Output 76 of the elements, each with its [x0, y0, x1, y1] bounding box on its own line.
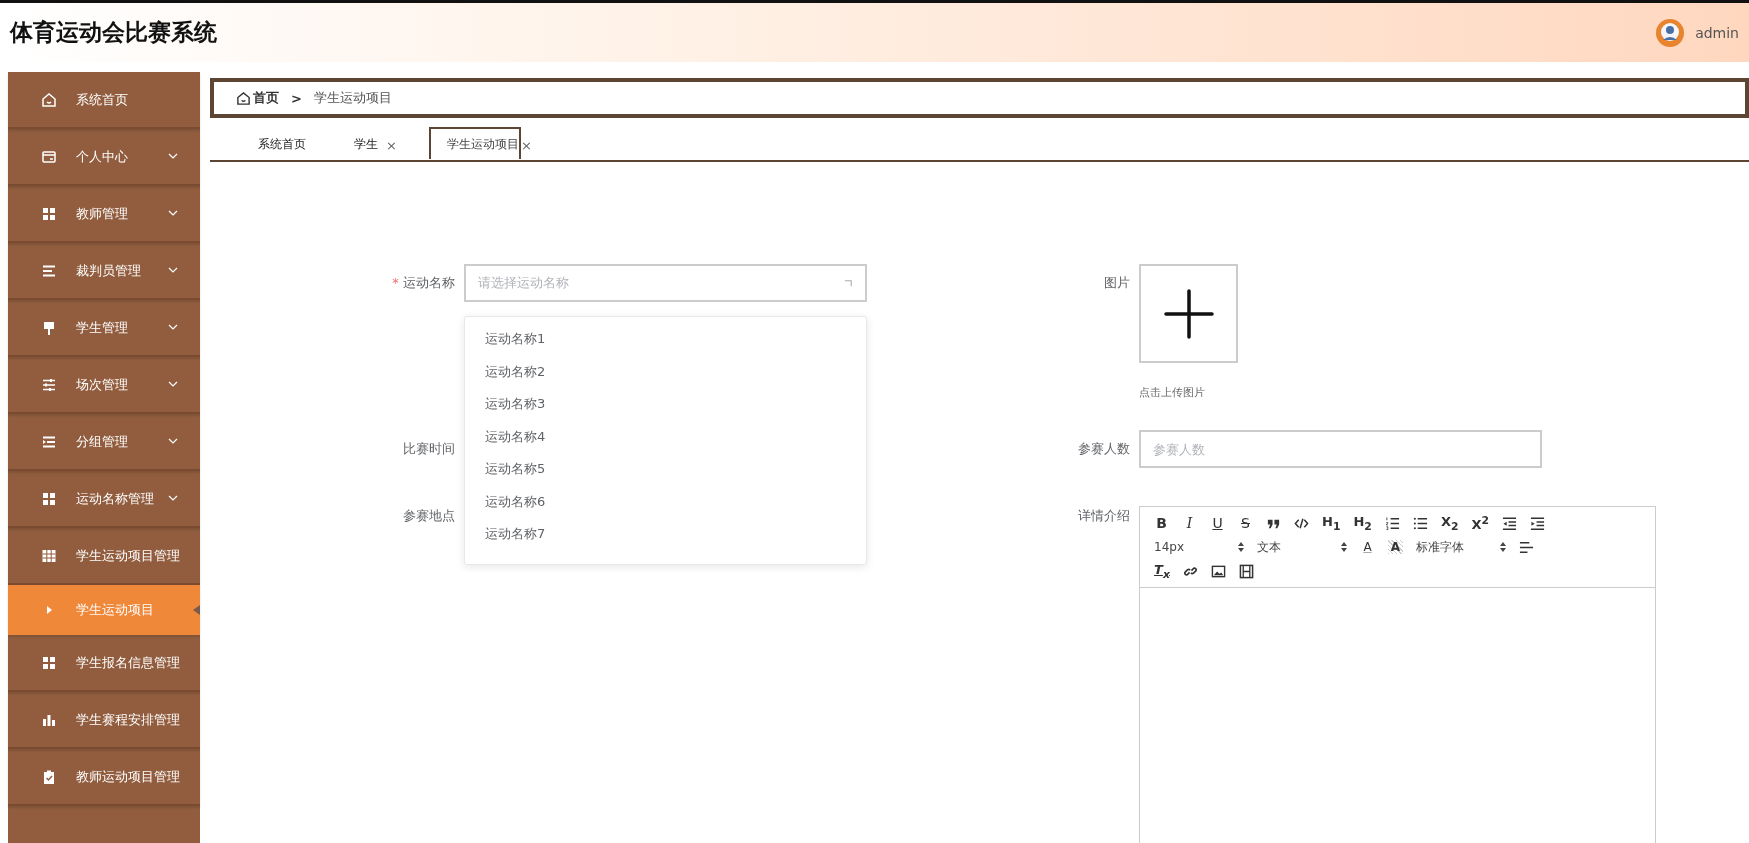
home-icon: [41, 91, 57, 108]
tab[interactable]: 学生运动项目: [428, 127, 521, 159]
dropdown-option[interactable]: 运动名称3: [465, 388, 866, 421]
text-editor[interactable]: B I U S H$_{1}$ H$_{2}$ X$_{2}$ X$^{2}$ 14px 文本 A A 标准字体 T$_{x}$: [1139, 506, 1656, 843]
home-icon[interactable]: [236, 90, 251, 106]
close-button[interactable]: ×: [520, 137, 532, 153]
sort-icon: [1238, 542, 1244, 552]
sidebar-item[interactable]: 教师运动项目管理: [8, 749, 200, 806]
breadcrumb-link[interactable]: 首页: [253, 89, 279, 107]
app-title: 体育运动会比赛系统: [10, 18, 217, 47]
field-label: 图片: [1103, 274, 1130, 292]
field-label: * 运动名称: [391, 274, 455, 292]
field-label: 比赛时间: [402, 440, 455, 458]
field-label: 参赛人数: [1077, 440, 1130, 458]
sidebar-item[interactable]: 教师管理: [8, 186, 200, 243]
sidebar-item[interactable]: 系统首页: [8, 72, 200, 129]
dropdown-option[interactable]: 运动名称5: [465, 453, 866, 486]
active-indicator-icon: [193, 605, 200, 615]
tab[interactable]: 学生: [346, 127, 386, 159]
sidebar-item[interactable]: 分组管理: [8, 414, 200, 471]
toolbar-select[interactable]: 14px: [1154, 540, 1244, 554]
toolbar-select[interactable]: 标准字体: [1416, 538, 1506, 556]
sidebar-item[interactable]: 运动名称管理: [8, 471, 200, 528]
image-icon[interactable]: [1210, 563, 1226, 579]
upload-box[interactable]: [1139, 264, 1238, 363]
table-icon: [41, 547, 57, 564]
sidebar-item[interactable]: 场次管理: [8, 357, 200, 414]
field-label: 详情介绍: [1077, 507, 1130, 525]
clipboard-icon: [41, 768, 57, 785]
bullet-list-icon[interactable]: [1412, 515, 1428, 531]
dropdown-option[interactable]: 运动名称1: [465, 323, 866, 356]
indent-icon[interactable]: [1530, 515, 1546, 531]
background-color-button[interactable]: A: [1388, 540, 1403, 554]
format-button[interactable]: H$_{2}$: [1353, 513, 1372, 533]
dropdown-option[interactable]: 运动名称6: [465, 485, 866, 518]
numbered-list-icon[interactable]: [1384, 515, 1400, 531]
bold-button[interactable]: B: [1154, 515, 1169, 531]
dropdown-option[interactable]: 运动名称4: [465, 420, 866, 453]
sort-icon: [1341, 542, 1347, 552]
breadcrumb-current: 学生运动项目: [313, 89, 392, 107]
clear-format-button[interactable]: T$_{x}$: [1154, 561, 1170, 581]
input-field[interactable]: 参赛人数: [1139, 430, 1542, 468]
dropdown-option[interactable]: 运动名称2: [465, 355, 866, 388]
grid-icon: [41, 205, 57, 222]
sidebar-item[interactable]: 学生赛程安排管理: [8, 692, 200, 749]
breadcrumb-separator: >: [291, 90, 302, 106]
dropdown-option[interactable]: 运动名称7: [465, 518, 866, 551]
sidebar-item[interactable]: 个人中心: [8, 129, 200, 186]
brush-icon: [41, 319, 57, 336]
align-left-icon[interactable]: [1519, 539, 1534, 555]
italic-button[interactable]: I: [1182, 515, 1197, 531]
format-button[interactable]: X$^{2}$: [1471, 513, 1490, 533]
avatar-icon[interactable]: [1655, 17, 1686, 48]
sidebar-item[interactable]: 学生报名信息管理: [8, 635, 200, 692]
grid-icon: [41, 490, 57, 507]
strikethrough-button[interactable]: S: [1238, 515, 1253, 531]
caret-icon: [844, 278, 853, 288]
toolbar-select[interactable]: 文本: [1257, 538, 1347, 556]
close-button[interactable]: ×: [386, 137, 397, 153]
film-icon[interactable]: [1238, 563, 1254, 579]
tab[interactable]: 系统首页: [250, 127, 314, 159]
plus-icon: [1163, 288, 1214, 339]
underline-button[interactable]: U: [1210, 515, 1225, 531]
font-color-button[interactable]: A: [1360, 540, 1375, 554]
sliders-icon: [41, 376, 57, 393]
outdent-icon[interactable]: [1502, 515, 1518, 531]
sidebar-item[interactable]: 学生管理: [8, 300, 200, 357]
field-label: 参赛地点: [402, 507, 455, 525]
username[interactable]: admin: [1695, 24, 1739, 41]
card-icon: [41, 148, 57, 165]
grid-icon: [41, 654, 57, 671]
upload-hint: 点击上传图片: [1139, 385, 1206, 400]
format-button[interactable]: X$_{2}$: [1440, 513, 1459, 533]
sort-icon: [1500, 542, 1506, 552]
format-button[interactable]: H$_{1}$: [1322, 513, 1341, 533]
sidebar-item[interactable]: 裁判员管理: [8, 243, 200, 300]
